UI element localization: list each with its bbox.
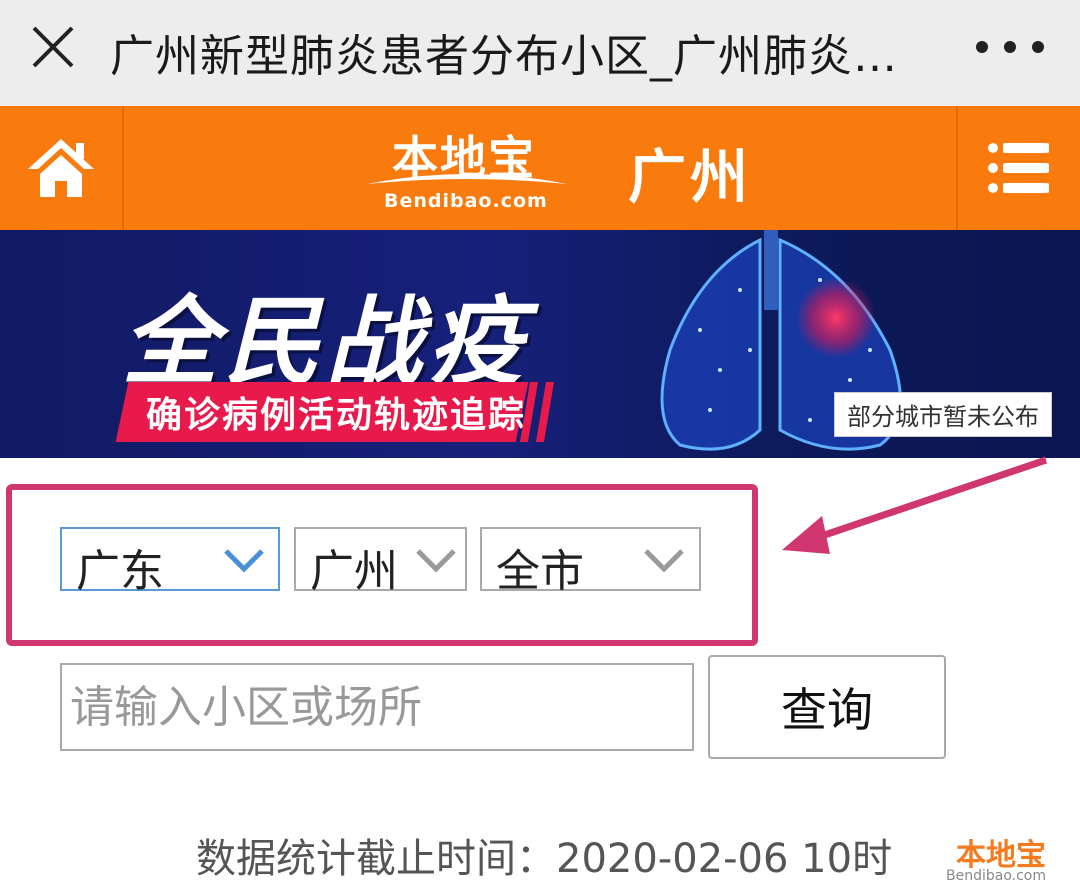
city-select[interactable]: 广州 xyxy=(294,527,467,597)
province-select[interactable]: 广东 xyxy=(60,527,280,597)
home-button[interactable] xyxy=(0,106,124,230)
community-search-input[interactable] xyxy=(60,663,694,751)
page-title: 广州新型肺炎患者分布小区_广州肺炎… xyxy=(110,31,898,82)
home-icon xyxy=(28,139,94,197)
logo-domain: Bendibao.com xyxy=(384,190,548,212)
more-icon[interactable] xyxy=(972,40,1052,54)
watermark-domain: Bendibao.com xyxy=(946,868,1047,884)
district-value: 全市 xyxy=(496,546,584,597)
list-menu-icon xyxy=(988,143,1049,193)
current-city[interactable]: 广州 xyxy=(628,130,752,214)
chevron-down-icon xyxy=(644,549,684,573)
close-icon[interactable] xyxy=(30,24,76,70)
banner-subtitle: 确诊病例活动轨迹追踪 xyxy=(146,395,527,436)
banner-note: 部分城市暂未公布 xyxy=(834,392,1052,437)
arrow-annotation-icon xyxy=(782,456,1048,554)
city-value: 广州 xyxy=(310,546,398,597)
chevron-down-icon xyxy=(224,549,264,573)
chevron-down-icon xyxy=(416,549,456,573)
watermark-logo: 本地宝 Bendibao.com xyxy=(942,830,1062,884)
site-logo[interactable]: 本地宝 Bendibao.com xyxy=(362,120,572,216)
site-navbar: 本地宝 Bendibao.com 广州 xyxy=(0,106,1080,230)
browser-titlebar: 广州新型肺炎患者分布小区_广州肺炎… xyxy=(0,0,1080,106)
district-select[interactable]: 全市 xyxy=(480,527,701,597)
update-time: 数据统计截止时间：2020-02-06 10时 xyxy=(196,836,893,882)
search-button[interactable]: 查询 xyxy=(708,655,946,759)
menu-button[interactable] xyxy=(956,106,1080,230)
stripes-decoration xyxy=(520,382,554,442)
province-value: 广东 xyxy=(76,546,164,597)
campaign-banner[interactable]: 全民战疫 确诊病例活动轨迹追踪 部分城市暂未公布 xyxy=(0,230,1080,458)
